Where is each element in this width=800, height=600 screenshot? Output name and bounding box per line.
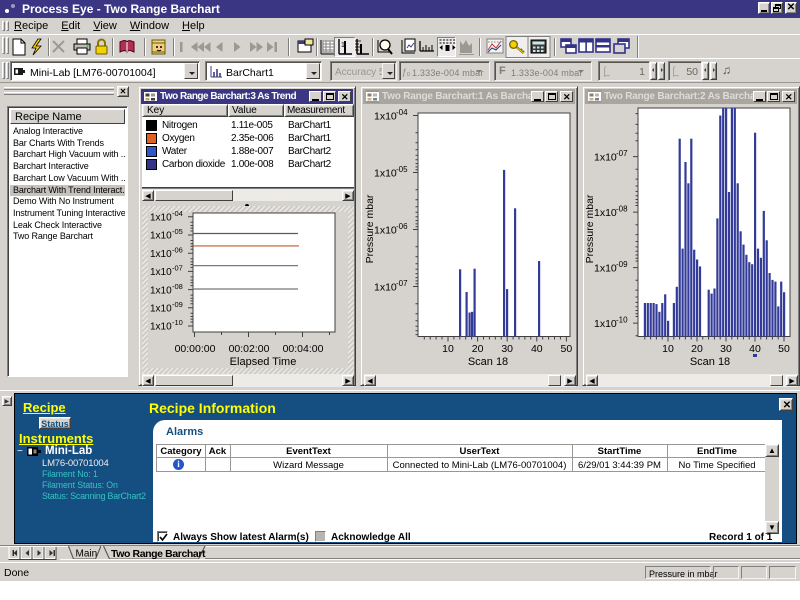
svg-text:-09: -09 xyxy=(172,300,183,309)
svg-text:10: 10 xyxy=(442,343,454,355)
svg-text:50: 50 xyxy=(778,343,790,355)
svg-text:-09: -09 xyxy=(616,260,628,269)
svg-text:-07: -07 xyxy=(396,279,408,288)
svg-text:Elapsed Time: Elapsed Time xyxy=(230,356,297,368)
svg-text:1x10: 1x10 xyxy=(594,152,617,164)
svg-text:-04: -04 xyxy=(396,108,408,117)
svg-text:20: 20 xyxy=(691,343,703,355)
svg-text:40: 40 xyxy=(531,343,543,355)
svg-text:Pressure mbar: Pressure mbar xyxy=(586,194,596,263)
svg-text:Two Range Barchart: Two Range Barchart xyxy=(111,548,206,560)
svg-text:1x10: 1x10 xyxy=(150,322,172,333)
svg-text:30: 30 xyxy=(501,343,513,355)
svg-text:-05: -05 xyxy=(396,165,408,174)
svg-text:00:02:00: 00:02:00 xyxy=(229,343,270,355)
svg-text:-08: -08 xyxy=(172,282,183,291)
svg-text:-10: -10 xyxy=(172,318,183,327)
svg-text:00:04:00: 00:04:00 xyxy=(283,343,324,355)
svg-text:1x10: 1x10 xyxy=(150,267,172,278)
svg-text:1x10: 1x10 xyxy=(374,282,397,294)
svg-text:-10: -10 xyxy=(616,316,628,325)
svg-text:00:00:00: 00:00:00 xyxy=(175,343,216,355)
svg-text:1x10: 1x10 xyxy=(594,318,617,330)
svg-text:1x10: 1x10 xyxy=(594,263,617,275)
svg-text:1x10: 1x10 xyxy=(150,285,172,296)
svg-text:-05: -05 xyxy=(172,227,183,236)
svg-text:1x10: 1x10 xyxy=(594,207,617,219)
svg-text:Main: Main xyxy=(76,549,98,560)
svg-text:1: 1 xyxy=(341,42,345,49)
svg-text:40: 40 xyxy=(749,343,761,355)
svg-text:30: 30 xyxy=(720,343,732,355)
svg-text:Scan 18: Scan 18 xyxy=(468,356,508,368)
svg-text:50: 50 xyxy=(561,343,573,355)
svg-text:20: 20 xyxy=(472,343,484,355)
svg-text:-07: -07 xyxy=(172,264,183,273)
svg-text:10: 10 xyxy=(662,343,674,355)
svg-text:1x10: 1x10 xyxy=(150,304,172,315)
svg-text:1x10: 1x10 xyxy=(374,225,397,237)
svg-text:-07: -07 xyxy=(616,149,628,158)
svg-text:1x10: 1x10 xyxy=(374,168,397,180)
svg-text:-06: -06 xyxy=(172,245,183,254)
svg-text:1x10: 1x10 xyxy=(150,231,172,242)
svg-text:1x10: 1x10 xyxy=(374,111,397,123)
svg-text:-06: -06 xyxy=(396,222,408,231)
svg-text:Scan 18: Scan 18 xyxy=(690,356,730,368)
svg-text:1x10: 1x10 xyxy=(150,213,172,224)
svg-text:-08: -08 xyxy=(616,205,628,214)
svg-text:Pressure mbar: Pressure mbar xyxy=(364,194,376,263)
svg-text:1x10: 1x10 xyxy=(150,249,172,260)
svg-text:-04: -04 xyxy=(172,209,183,218)
